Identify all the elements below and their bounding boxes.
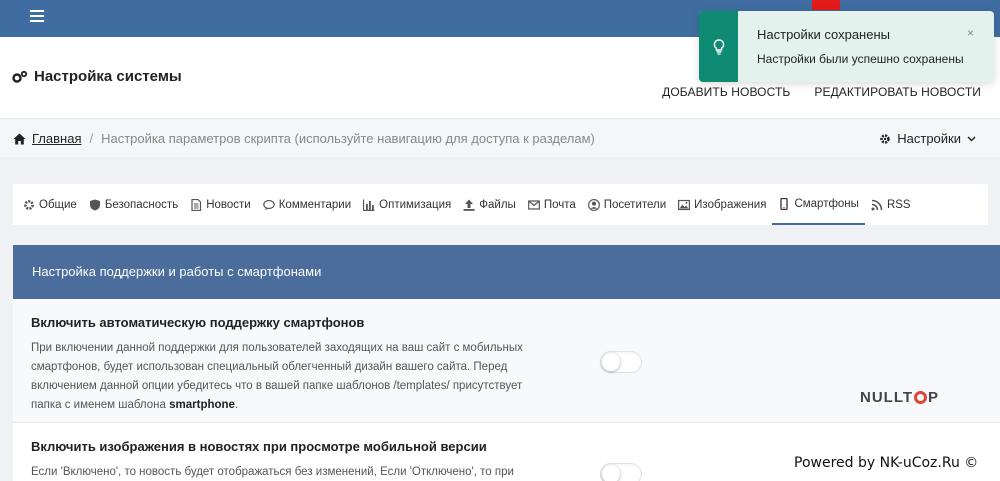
setting-row: Включить автоматическую поддержку смартф… (13, 299, 1000, 423)
notification-badge[interactable] (812, 0, 840, 10)
watermark-text-right: P (928, 389, 940, 406)
toggle-knob (602, 465, 620, 481)
menu-toggle-icon[interactable] (30, 10, 44, 22)
tab-visitors[interactable]: Посетители (582, 184, 672, 225)
watermark-ring-icon (914, 391, 928, 404)
add-news-link[interactable]: ДОБАВИТЬ НОВОСТЬ (662, 85, 790, 99)
comments-icon (262, 199, 275, 210)
success-toast: Настройки сохранены Настройки были успеш… (699, 11, 994, 82)
tab-label: Безопасность (104, 198, 179, 211)
tab-smartphones[interactable]: Смартфоны (772, 184, 865, 225)
tab-label: Новости (206, 198, 251, 211)
rss-icon (871, 199, 883, 210)
main-content: Общие Безопасность Новости Комментарии О… (0, 157, 1000, 481)
user-icon (587, 198, 600, 211)
toast-title: Настройки сохранены (757, 27, 890, 42)
tab-general[interactable]: Общие (17, 184, 83, 225)
watermark-logo: NULLT P (860, 389, 939, 406)
tab-files[interactable]: Файлы (457, 184, 522, 225)
tab-rss[interactable]: RSS (865, 184, 917, 225)
tab-images[interactable]: Изображения (672, 184, 772, 225)
tab-news[interactable]: Новости (184, 184, 257, 225)
settings-tabs: Общие Безопасность Новости Комментарии О… (13, 184, 988, 225)
chevron-down-icon (967, 136, 976, 141)
page-title-text: Настройка системы (34, 68, 182, 85)
breadcrumb-home[interactable]: Главная (32, 131, 81, 146)
settings-panel: Настройка поддержки и работы с смартфона… (13, 245, 1000, 481)
toast-message: Настройки были успешно сохранены (757, 52, 964, 66)
tab-label: Посетители (603, 198, 667, 211)
home-icon (13, 133, 26, 144)
cogs-icon (12, 70, 28, 83)
tab-label: Файлы (479, 198, 516, 211)
toggle-knob (602, 353, 620, 371)
edit-news-link[interactable]: РЕДАКТИРОВАТЬ НОВОСТИ (814, 85, 981, 99)
tab-optimization[interactable]: Оптимизация (357, 184, 457, 225)
bar-chart-icon (363, 199, 375, 211)
tab-comments[interactable]: Комментарии (257, 184, 357, 225)
lightbulb-icon (713, 38, 724, 55)
document-icon (191, 198, 202, 211)
tab-label: Изображения (694, 198, 767, 211)
close-icon[interactable]: × (967, 26, 974, 40)
image-icon (678, 199, 691, 210)
tab-label: Почта (543, 198, 576, 211)
panel-header: Настройка поддержки и работы с смартфона… (13, 245, 1000, 299)
setting-title: Включить автоматическую поддержку смартф… (31, 315, 365, 330)
setting-description: Если 'Включено', то новость будет отобра… (31, 466, 514, 478)
tab-mail[interactable]: Почта (522, 184, 582, 225)
setting-title: Включить изображения в новостях при прос… (31, 439, 487, 454)
gear-icon (880, 133, 890, 144)
tab-label: Общие (39, 198, 77, 211)
breadcrumb-bar: Главная / Настройка параметров скрипта (… (0, 119, 1000, 157)
tab-label: Смартфоны (794, 197, 859, 210)
breadcrumb: Главная / Настройка параметров скрипта (… (13, 131, 595, 146)
gear-icon (24, 199, 34, 210)
setting-row: Включить изображения в новостях при прос… (13, 423, 1000, 481)
template-name: smartphone (169, 399, 235, 411)
settings-dropdown[interactable]: Настройки (879, 131, 976, 146)
settings-dropdown-label: Настройки (897, 131, 961, 146)
header-actions: ДОБАВИТЬ НОВОСТЬ РЕДАКТИРОВАТЬ НОВОСТИ (662, 85, 981, 99)
setting-description-text: При включении данной поддержки для польз… (31, 342, 523, 411)
toast-icon-area (699, 11, 738, 82)
page-title: Настройка системы (12, 68, 182, 85)
envelope-icon (527, 199, 540, 210)
setting-description: При включении данной поддержки для польз… (31, 339, 551, 415)
upload-icon (463, 199, 475, 211)
watermark-text-left: NULLT (860, 389, 914, 406)
breadcrumb-separator: / (89, 131, 94, 146)
mobile-icon (780, 197, 789, 210)
smartphone-support-toggle[interactable] (600, 351, 642, 373)
breadcrumb-current: Настройка параметров скрипта (используйт… (101, 131, 595, 146)
powered-by-text: Powered by NK-uCoz.Ru © (792, 455, 981, 471)
shield-icon (89, 199, 100, 210)
tab-security[interactable]: Безопасность (83, 184, 184, 225)
tab-label: Комментарии (278, 198, 352, 211)
tab-label: Оптимизация (379, 198, 452, 211)
tab-label: RSS (886, 198, 911, 211)
mobile-images-toggle[interactable] (600, 463, 642, 481)
setting-description-end: . (234, 399, 239, 411)
